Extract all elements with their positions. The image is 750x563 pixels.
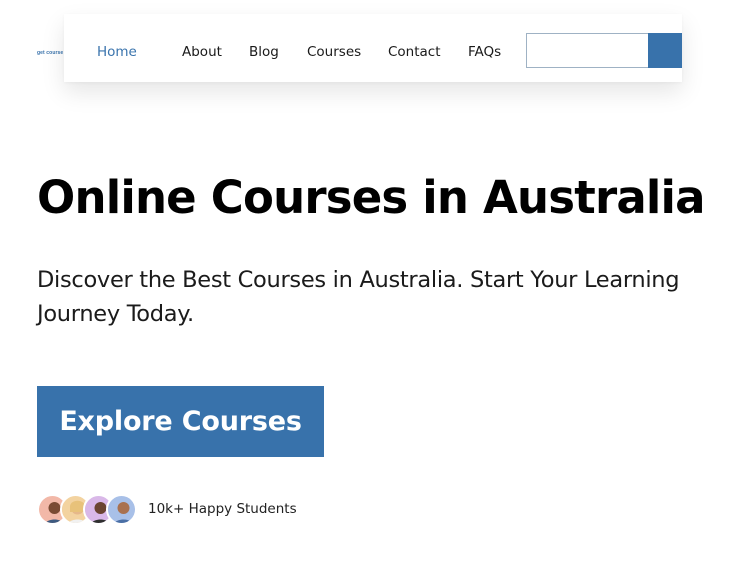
nav-courses[interactable]: Courses bbox=[307, 44, 361, 60]
page: get course Home About Blog Courses Conta… bbox=[0, 0, 750, 563]
avatar-icon bbox=[106, 494, 137, 525]
nav-blog[interactable]: Blog bbox=[249, 44, 279, 60]
page-subtitle: Discover the Best Courses in Australia. … bbox=[37, 267, 680, 327]
explore-courses-button[interactable]: Explore Courses bbox=[37, 386, 324, 457]
site-header: Home About Blog Courses Contact FAQs bbox=[64, 14, 682, 82]
happy-students-text: 10k+ Happy Students bbox=[148, 501, 297, 517]
search-input[interactable] bbox=[526, 33, 648, 68]
nav-contact[interactable]: Contact bbox=[388, 44, 441, 60]
nav-about[interactable]: About bbox=[182, 44, 222, 60]
nav-home[interactable]: Home bbox=[97, 44, 137, 60]
student-avatars bbox=[37, 494, 137, 526]
nav-faqs[interactable]: FAQs bbox=[468, 44, 501, 60]
page-title: Online Courses in Australia bbox=[37, 171, 706, 224]
search-button[interactable] bbox=[648, 33, 682, 68]
site-logo[interactable]: get course bbox=[37, 50, 63, 56]
